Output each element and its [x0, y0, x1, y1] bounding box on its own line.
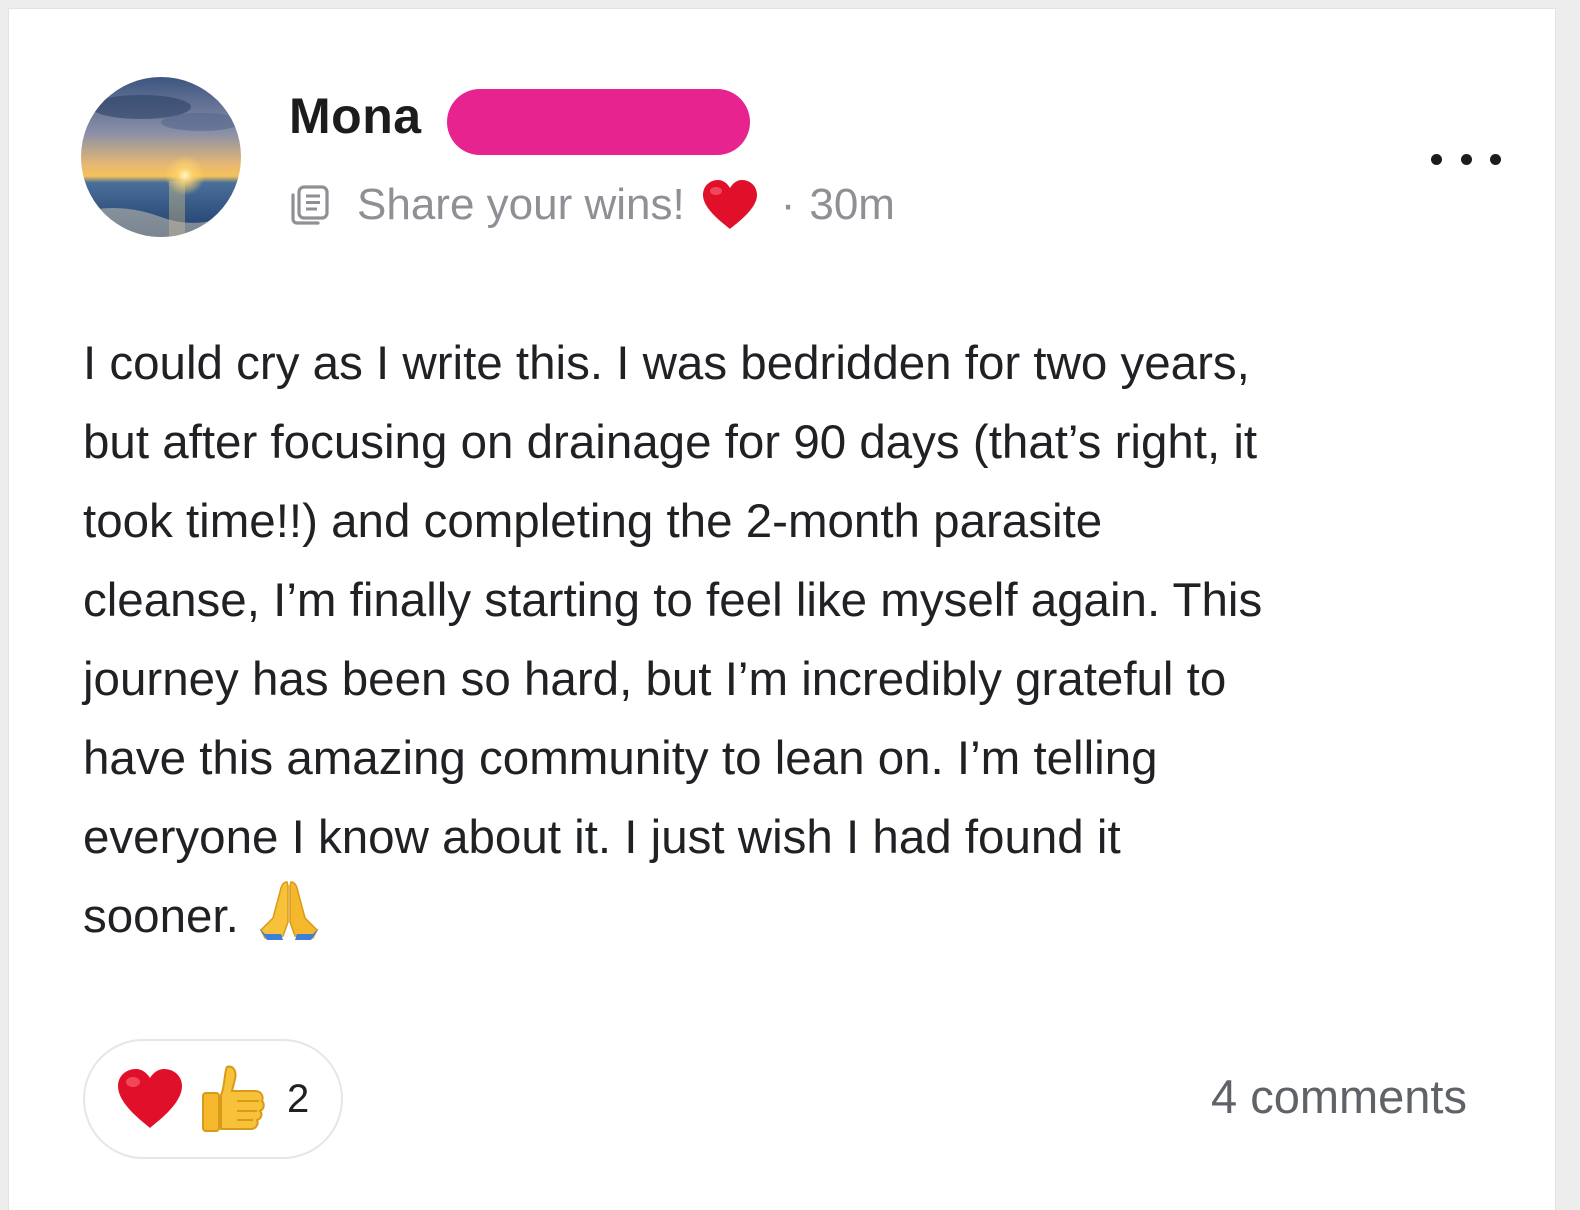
- space-link[interactable]: Share your wins!: [357, 180, 685, 230]
- post-body-line: have this amazing community to lean on. …: [83, 732, 1158, 785]
- author-name[interactable]: Mona: [289, 87, 422, 145]
- post-body-line: everyone I know about it. I just wish I …: [83, 811, 1121, 864]
- folded-hands-icon: [258, 881, 319, 940]
- post-card: Mona Share your wins! · 30m I could cry …: [8, 8, 1556, 1210]
- sunset-avatar-image: [81, 77, 241, 237]
- post-body-last-line: sooner.: [83, 877, 1503, 956]
- more-dot: [1490, 153, 1501, 165]
- post-body-line: sooner.: [83, 890, 239, 943]
- post-timestamp[interactable]: 30m: [809, 180, 895, 230]
- post-body-line: cleanse, I’m finally starting to feel li…: [83, 574, 1263, 627]
- heart-icon: [702, 180, 757, 229]
- more-options-icon[interactable]: [1431, 147, 1501, 171]
- comments-link[interactable]: 4 comments: [1211, 1069, 1467, 1124]
- name-redaction: [447, 89, 750, 155]
- meta-separator: ·: [780, 180, 796, 229]
- post-body-line: I could cry as I write this. I was bedri…: [83, 337, 1250, 390]
- document-icon: [291, 185, 329, 225]
- reaction-count: 2: [287, 1076, 310, 1121]
- more-dot: [1431, 153, 1442, 165]
- more-dot: [1460, 153, 1472, 165]
- post-body-line: but after focusing on drainage for 90 da…: [83, 416, 1258, 469]
- author-avatar[interactable]: [81, 77, 241, 237]
- heart-icon: [118, 1069, 182, 1128]
- post-body-line: took time!!) and completing the 2-month …: [83, 495, 1103, 548]
- thumbs-up-icon: [202, 1065, 265, 1132]
- post-meta: Share your wins! · 30m: [287, 175, 895, 235]
- post-body: I could cry as I write this. I was bedri…: [83, 324, 1503, 956]
- reactions-pill[interactable]: 2: [83, 1039, 343, 1159]
- post-body-line: journey has been so hard, but I’m incred…: [83, 653, 1227, 706]
